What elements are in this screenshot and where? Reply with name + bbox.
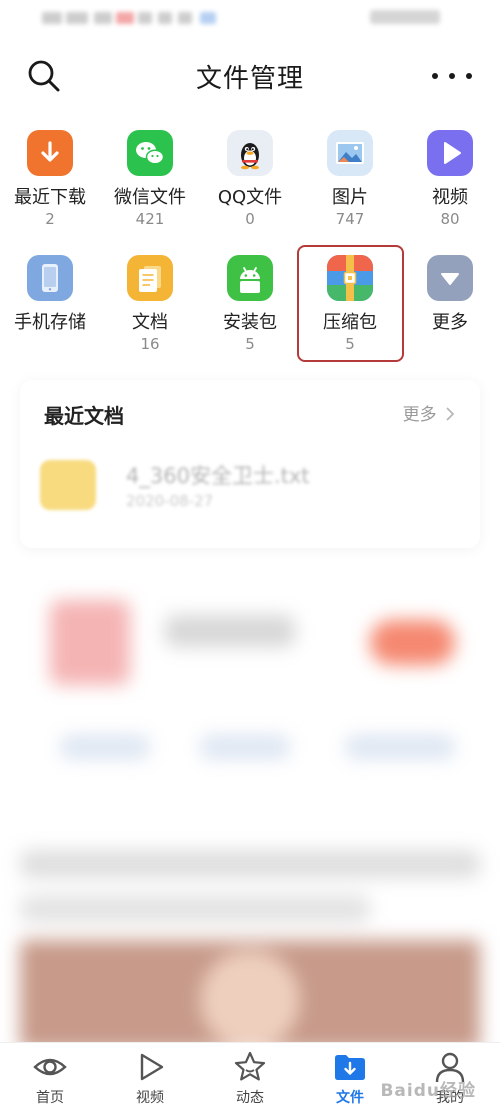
blurred-feed xyxy=(0,560,500,1050)
category-count: 16 xyxy=(140,335,160,353)
category-count: 747 xyxy=(335,210,365,228)
play-icon xyxy=(427,130,473,176)
category-install-packages[interactable]: 安装包 5 xyxy=(200,255,300,353)
category-pictures[interactable]: 图片 747 xyxy=(300,130,400,228)
tab-label: 首页 xyxy=(36,1090,64,1106)
category-label: 更多 xyxy=(432,312,468,333)
highlight-frame xyxy=(297,245,404,362)
baidu-watermark: Baidu经验 xyxy=(380,1081,476,1101)
header: 文件管理 xyxy=(0,44,500,108)
chevron-down-icon xyxy=(427,255,473,301)
category-count: 0 xyxy=(245,210,255,228)
category-label: 手机存储 xyxy=(14,312,86,333)
category-count: 80 xyxy=(440,210,460,228)
recent-documents-card: 最近文档 更多 4_360安全卫士.txt 2020-08-27 xyxy=(20,380,480,548)
wechat-icon xyxy=(127,130,173,176)
category-documents[interactable]: 文档 16 xyxy=(100,255,200,353)
status-bar xyxy=(0,0,500,38)
phone-icon xyxy=(27,255,73,301)
picture-icon xyxy=(327,130,373,176)
qq-penguin-icon xyxy=(227,130,273,176)
category-count: 421 xyxy=(135,210,165,228)
star-icon xyxy=(232,1049,268,1085)
eye-icon xyxy=(32,1049,68,1085)
tab-label: 视频 xyxy=(136,1090,164,1106)
more-menu-icon[interactable] xyxy=(432,66,472,86)
category-label: 安装包 xyxy=(223,312,277,333)
category-wechat-files[interactable]: 微信文件 421 xyxy=(100,130,200,228)
category-label: 视频 xyxy=(432,187,468,208)
category-qq-files[interactable]: QQ文件 0 xyxy=(200,130,300,228)
file-date: 2020-08-27 xyxy=(126,492,214,510)
category-recent-downloads[interactable]: 最近下载 2 xyxy=(0,130,100,228)
recent-documents-title: 最近文档 xyxy=(44,404,124,428)
category-label: 微信文件 xyxy=(114,187,186,208)
category-more[interactable]: 更多 xyxy=(400,255,500,353)
category-label: 最近下载 xyxy=(14,187,86,208)
category-count: 2 xyxy=(45,210,55,228)
recent-file-item[interactable]: 4_360安全卫士.txt 2020-08-27 xyxy=(36,442,466,532)
download-icon xyxy=(27,130,73,176)
category-videos[interactable]: 视频 80 xyxy=(400,130,500,228)
tab-video[interactable]: 视频 xyxy=(100,1043,200,1107)
tab-home[interactable]: 首页 xyxy=(0,1043,100,1107)
tab-label: 动态 xyxy=(236,1090,264,1106)
category-label: QQ文件 xyxy=(217,187,283,208)
category-count xyxy=(0,335,100,353)
play-icon xyxy=(132,1049,168,1085)
category-label: 文档 xyxy=(132,312,168,333)
recent-more-link[interactable]: 更多 xyxy=(403,400,456,425)
folder-download-icon xyxy=(332,1049,368,1085)
category-label: 图片 xyxy=(332,187,368,208)
page-title: 文件管理 xyxy=(195,64,304,94)
category-count xyxy=(400,335,500,353)
file-icon xyxy=(40,460,96,510)
chevron-right-icon xyxy=(446,407,455,421)
category-count: 5 xyxy=(245,335,255,353)
android-icon xyxy=(227,255,273,301)
document-icon xyxy=(127,255,173,301)
category-phone-storage[interactable]: 手机存储 xyxy=(0,255,100,353)
tab-feed[interactable]: 动态 xyxy=(200,1043,300,1107)
recent-more-label: 更多 xyxy=(402,405,437,425)
file-name: 4_360安全卫士.txt xyxy=(126,464,310,488)
